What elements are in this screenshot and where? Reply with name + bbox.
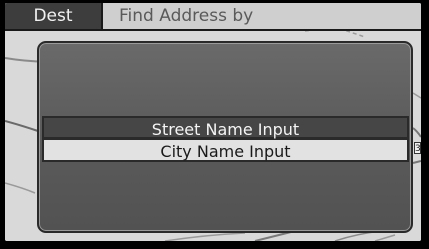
tab-dest[interactable]: Dest [5,3,103,29]
find-address-dialog: Street Name Input City Name Input [37,41,413,233]
menu-list: Street Name Input City Name Input [42,116,409,162]
display-area: Dest Find Address by 3 Street Name Input… [5,3,421,241]
navigation-screen: Dest Find Address by 3 Street Name Input… [0,0,429,249]
page-title: Find Address by [119,6,254,26]
header-bar: Dest Find Address by [5,3,421,31]
city-name-input-option[interactable]: City Name Input [42,139,409,162]
street-name-input-option[interactable]: Street Name Input [42,116,409,139]
route-marker-icon: 3 [414,142,421,154]
